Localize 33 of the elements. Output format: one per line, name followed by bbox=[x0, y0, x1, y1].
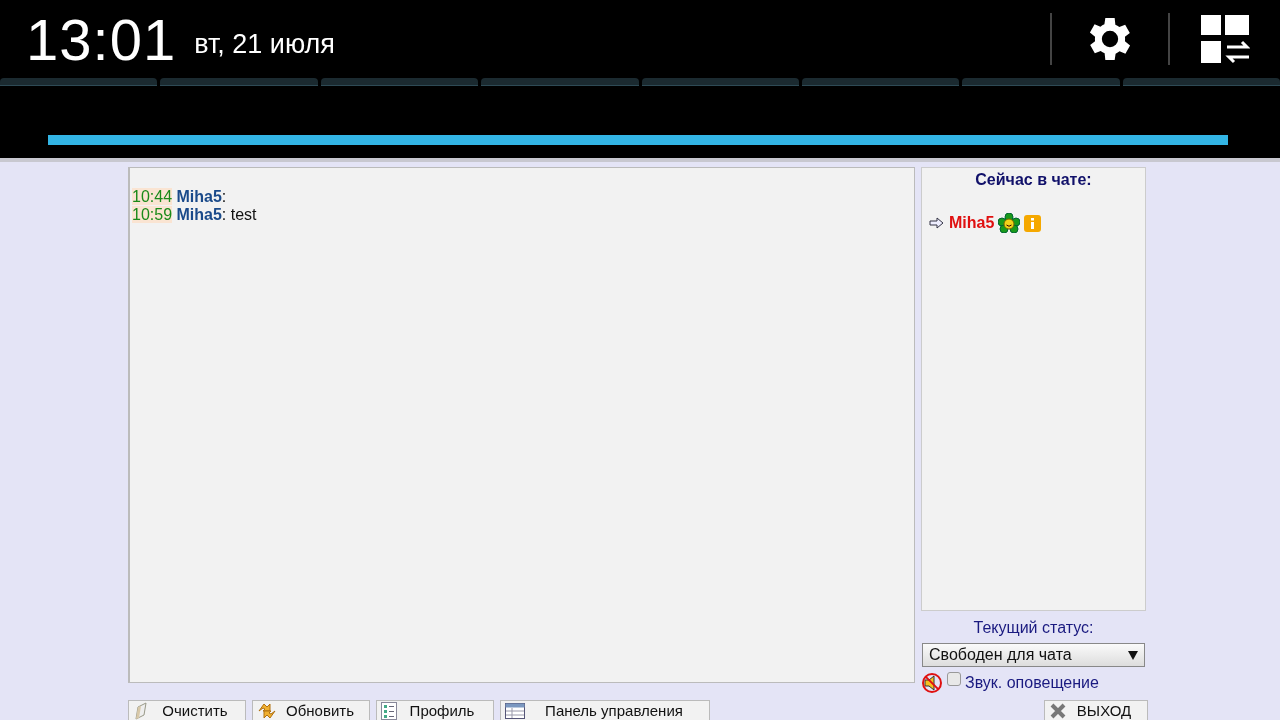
notification-tab[interactable] bbox=[0, 78, 158, 86]
quick-settings-icon[interactable] bbox=[1200, 14, 1250, 64]
chat-message: 10:44 Miha5: bbox=[132, 188, 228, 206]
profile-button[interactable]: Профиль bbox=[376, 700, 494, 720]
info-icon[interactable] bbox=[1024, 214, 1042, 232]
notification-tab[interactable] bbox=[1122, 78, 1280, 86]
status-label: Текущий статус: bbox=[973, 619, 1094, 637]
close-icon bbox=[1049, 701, 1067, 720]
refresh-button[interactable]: Обновить bbox=[252, 700, 370, 720]
panel-title: Сейчас в чате: bbox=[974, 171, 1093, 189]
table-icon bbox=[505, 702, 525, 719]
notification-tab[interactable] bbox=[801, 78, 960, 86]
notification-tab[interactable] bbox=[962, 78, 1120, 86]
dropdown-arrow-icon bbox=[1128, 650, 1138, 660]
clear-button[interactable]: Очистить bbox=[128, 700, 246, 720]
chat-message: 10:59 Miha5: test bbox=[132, 206, 258, 224]
arrow-icon bbox=[929, 217, 945, 229]
sound-label: Звук. оповещение bbox=[965, 674, 1099, 692]
notification-tab[interactable] bbox=[320, 78, 479, 86]
smiley-flower-icon bbox=[998, 213, 1021, 233]
status-dropdown[interactable]: Свободен для чата bbox=[922, 643, 1145, 667]
list-icon bbox=[381, 701, 397, 720]
exit-button[interactable]: ВЫХОД bbox=[1044, 700, 1148, 720]
notification-tab[interactable] bbox=[160, 78, 318, 86]
sound-off-icon[interactable] bbox=[921, 672, 943, 694]
sound-checkbox[interactable] bbox=[947, 672, 961, 686]
date-text: вт, 21 июля bbox=[194, 28, 335, 60]
user-name[interactable]: Miha5 bbox=[949, 214, 995, 232]
notification-tab[interactable] bbox=[481, 78, 639, 86]
notification-tab[interactable] bbox=[641, 78, 799, 86]
clock-time: 13:01 bbox=[26, 5, 177, 73]
refresh-arrows-icon bbox=[257, 701, 277, 720]
control-panel-button[interactable]: Панель управления bbox=[500, 700, 710, 720]
